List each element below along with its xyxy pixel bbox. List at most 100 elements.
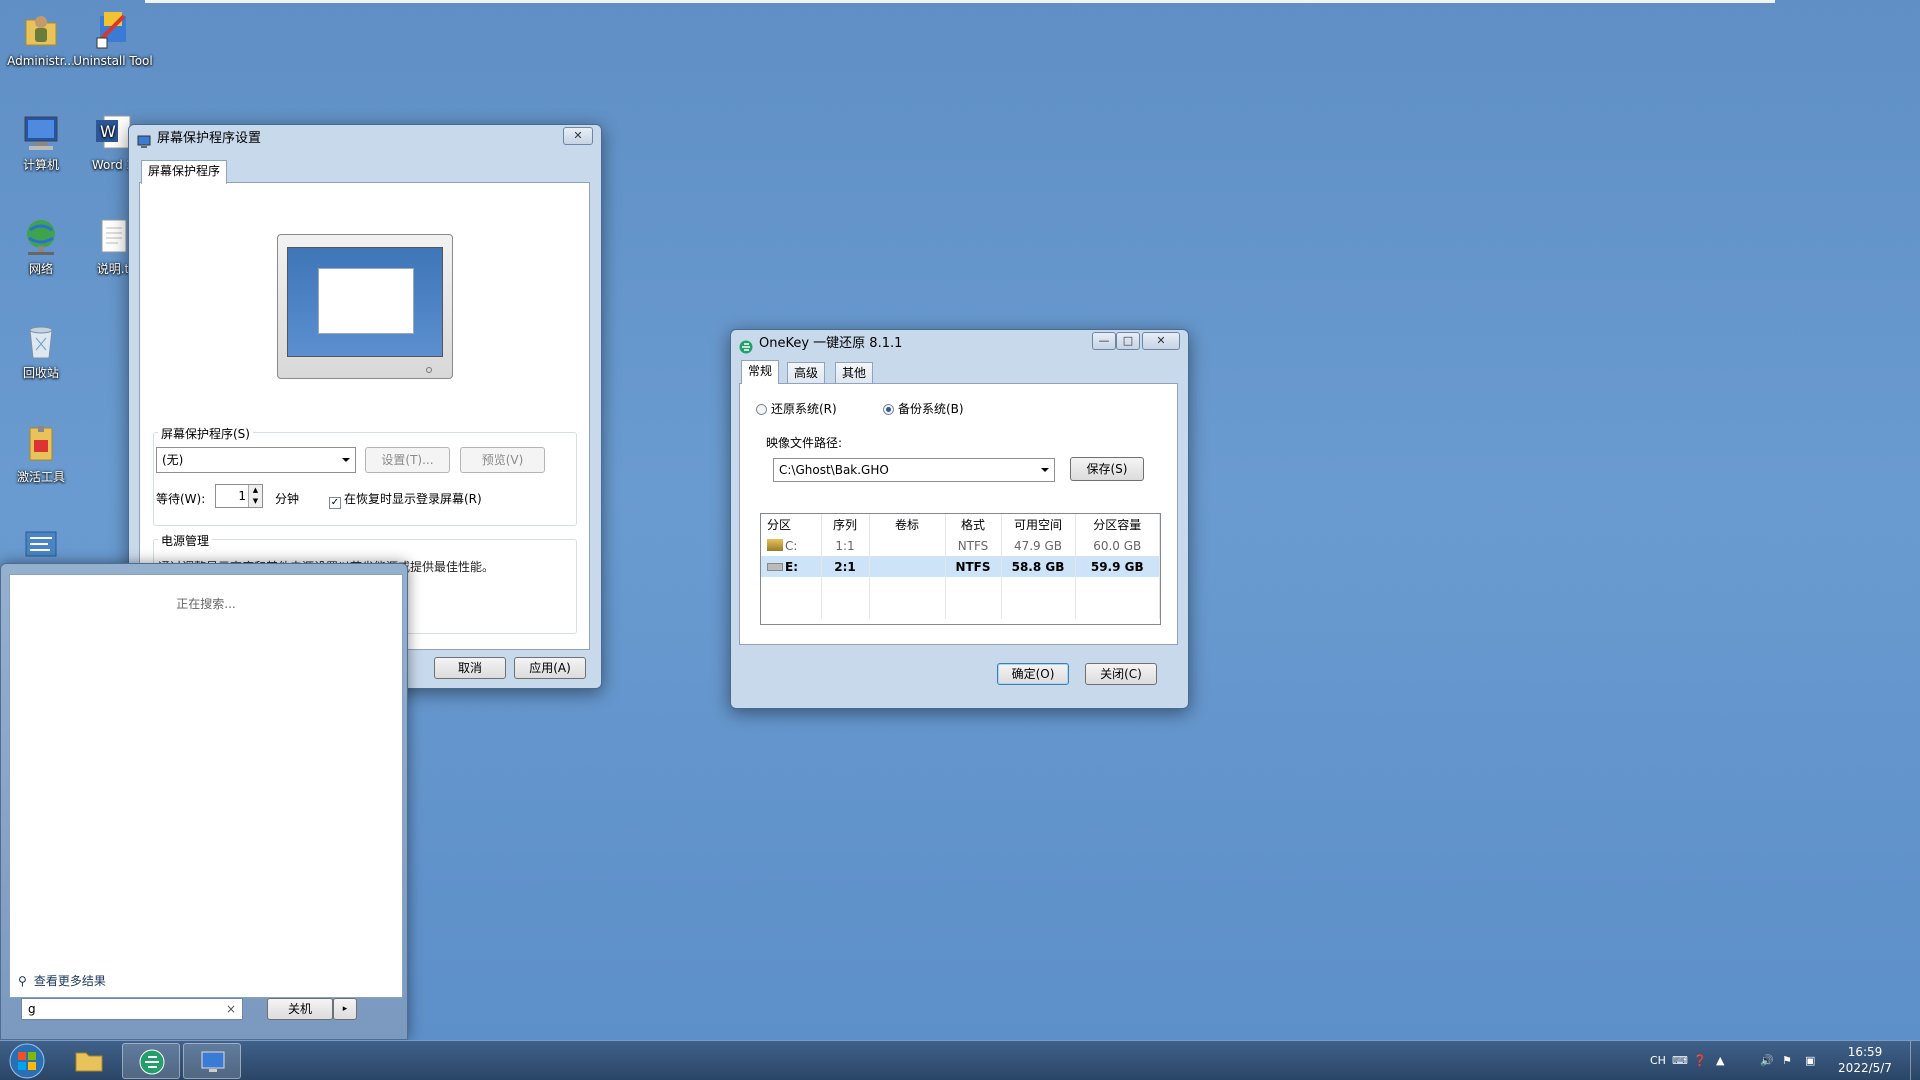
spinner-arrows[interactable]: ▲ ▼ [248, 485, 262, 507]
radio-unchecked-icon [756, 404, 767, 415]
apply-button[interactable]: 应用(A) [514, 657, 586, 679]
volume-icon[interactable]: 🔊 [1760, 1041, 1774, 1080]
close-icon: ✕ [1156, 334, 1166, 347]
taskbar-onekey[interactable] [122, 1043, 180, 1079]
column-header[interactable]: 分区 [761, 514, 822, 535]
start-search-input[interactable]: g × [21, 998, 243, 1020]
tab-label: 高级 [794, 366, 819, 380]
user-folder-icon [20, 8, 62, 50]
desktop-icon-partial[interactable] [0, 528, 82, 562]
network-status-icon[interactable]: ▣ [1805, 1041, 1815, 1080]
see-more-results-link[interactable]: ⚲ 查看更多结果 [18, 972, 106, 989]
desktop-icon-computer[interactable]: 计算机 [0, 112, 82, 172]
preview-button[interactable]: 预览(V) [460, 447, 545, 473]
table-row-empty [761, 577, 1160, 598]
group-title: 电源管理 [158, 532, 213, 549]
desktop-icon-activation-tool[interactable]: 激活工具 [0, 424, 82, 484]
drive-icon [767, 538, 783, 551]
drive-icon [767, 562, 783, 571]
ok-button[interactable]: 确定(O) [997, 663, 1069, 685]
keyboard-icon[interactable]: ⌨ [1672, 1041, 1688, 1080]
show-desktop-button[interactable] [1910, 1041, 1920, 1080]
cell-format: NTFS [945, 535, 1002, 556]
close-button[interactable]: ✕ [1142, 332, 1180, 350]
taskbar-explorer[interactable] [60, 1043, 118, 1079]
folder-icon [75, 1052, 103, 1072]
searching-text: 正在搜索... [176, 597, 236, 611]
close-button[interactable]: ✕ [563, 127, 593, 145]
column-header[interactable]: 可用空间 [1001, 514, 1076, 535]
column-header[interactable]: 格式 [945, 514, 1002, 535]
maximize-icon: □ [1122, 334, 1134, 347]
chevron-down-icon [1041, 468, 1049, 472]
resume-checkbox[interactable]: ✓ 在恢复时显示登录屏幕(R) [329, 490, 482, 509]
cancel-button[interactable]: 取消 [434, 657, 506, 679]
radio-label: 还原系统(R) [771, 402, 837, 416]
power-led [426, 367, 432, 373]
cell-size: 59.9 GB [1075, 556, 1160, 577]
shutdown-options-button[interactable]: ▸ [333, 998, 357, 1020]
link-label: 查看更多结果 [33, 974, 106, 988]
clock[interactable]: 16:59 2022/5/7 [1830, 1044, 1900, 1076]
monitor-preview [277, 234, 453, 379]
save-button[interactable]: 保存(S) [1070, 457, 1144, 481]
taskbar-display-settings[interactable] [183, 1043, 241, 1079]
cell-free: 58.8 GB [1001, 556, 1076, 577]
close-dialog-button[interactable]: 关闭(C) [1085, 663, 1157, 685]
tab-other[interactable]: 其他 [835, 362, 874, 384]
desktop-icon-label: 网络 [28, 262, 53, 276]
tab-general[interactable]: 常规 [741, 360, 780, 384]
tab-label: 常规 [748, 364, 773, 378]
screensaver-titlebar[interactable]: 屏幕保护程序设置 ✕ [129, 125, 601, 153]
settings-button[interactable]: 设置(T)... [365, 447, 450, 473]
language-indicator[interactable]: CH [1650, 1041, 1666, 1080]
cell-label [869, 556, 946, 577]
recycle-bin-icon [20, 320, 62, 362]
checkbox-label: 在恢复时显示登录屏幕(R) [344, 492, 482, 506]
start-button[interactable] [4, 1042, 50, 1080]
wait-label: 等待(W): [156, 492, 206, 506]
cell-partition: E: [785, 559, 798, 574]
cell-size: 60.0 GB [1075, 535, 1160, 556]
restore-radio[interactable]: 还原系统(R) [756, 400, 837, 417]
top-window-edge [145, 0, 1775, 3]
image-path-select[interactable]: C:\Ghost\Bak.GHO [773, 458, 1055, 482]
minimize-button[interactable]: — [1092, 332, 1116, 350]
onekey-titlebar[interactable]: OneKey 一键还原 8.1.1 — □ ✕ [731, 330, 1188, 358]
desktop-icon-uninstall-tool[interactable]: Uninstall Tool [72, 8, 154, 68]
shutdown-button[interactable]: 关机 [267, 998, 333, 1020]
monitor-icon [137, 132, 151, 148]
action-center-flag-icon[interactable]: ⚑ [1782, 1041, 1792, 1080]
taskbar: CH ⌨ ❓ ▲ 🔊 ⚑ ▣ 16:59 2022/5/7 [0, 1040, 1920, 1080]
clock-date: 2022/5/7 [1838, 1061, 1892, 1075]
onekey-logo-icon [739, 337, 753, 354]
preview-window [318, 268, 414, 334]
search-value: g [28, 1002, 36, 1016]
backup-radio[interactable]: 备份系统(B) [883, 400, 964, 417]
table-row[interactable]: C: 1:1 NTFS 47.9 GB 60.0 GB [761, 535, 1160, 556]
computer-icon [20, 112, 62, 154]
maximize-button[interactable]: □ [1116, 332, 1140, 350]
tab-advanced[interactable]: 高级 [787, 362, 826, 384]
wait-spinner[interactable]: 1 ▲ ▼ [215, 484, 263, 508]
general-panel: 还原系统(R) 备份系统(B) 映像文件路径: C:\Ghost\Bak.GHO… [739, 383, 1178, 645]
table-row-selected[interactable]: E: 2:1 NTFS 58.8 GB 59.9 GB [761, 556, 1160, 577]
desktop-icon-administrator[interactable]: Administr... [0, 8, 82, 68]
svg-text:W: W [100, 122, 116, 141]
cell-sequence: 1:1 [821, 535, 870, 556]
screensaver-select[interactable]: (无) [156, 447, 356, 473]
desktop-icon-label: 回收站 [22, 366, 59, 380]
path-value: C:\Ghost\Bak.GHO [779, 463, 889, 477]
tab-screensaver[interactable]: 屏幕保护程序 [141, 160, 228, 184]
desktop-icon-recycle-bin[interactable]: 回收站 [0, 320, 82, 380]
help-icon[interactable]: ❓ [1693, 1041, 1707, 1080]
column-header[interactable]: 分区容量 [1075, 514, 1160, 535]
cell-label [869, 535, 946, 556]
screensaver-group: 屏幕保护程序(S) (无) 设置(T)... 预览(V) 等待(W): 1 ▲ ▼… [153, 425, 577, 526]
clear-search-icon[interactable]: × [226, 999, 236, 1019]
app-icon [20, 528, 62, 558]
column-header[interactable]: 卷标 [869, 514, 946, 535]
column-header[interactable]: 序列 [821, 514, 870, 535]
desktop-icon-network[interactable]: 网络 [0, 216, 82, 276]
show-hidden-icons-icon[interactable]: ▲ [1716, 1041, 1724, 1080]
